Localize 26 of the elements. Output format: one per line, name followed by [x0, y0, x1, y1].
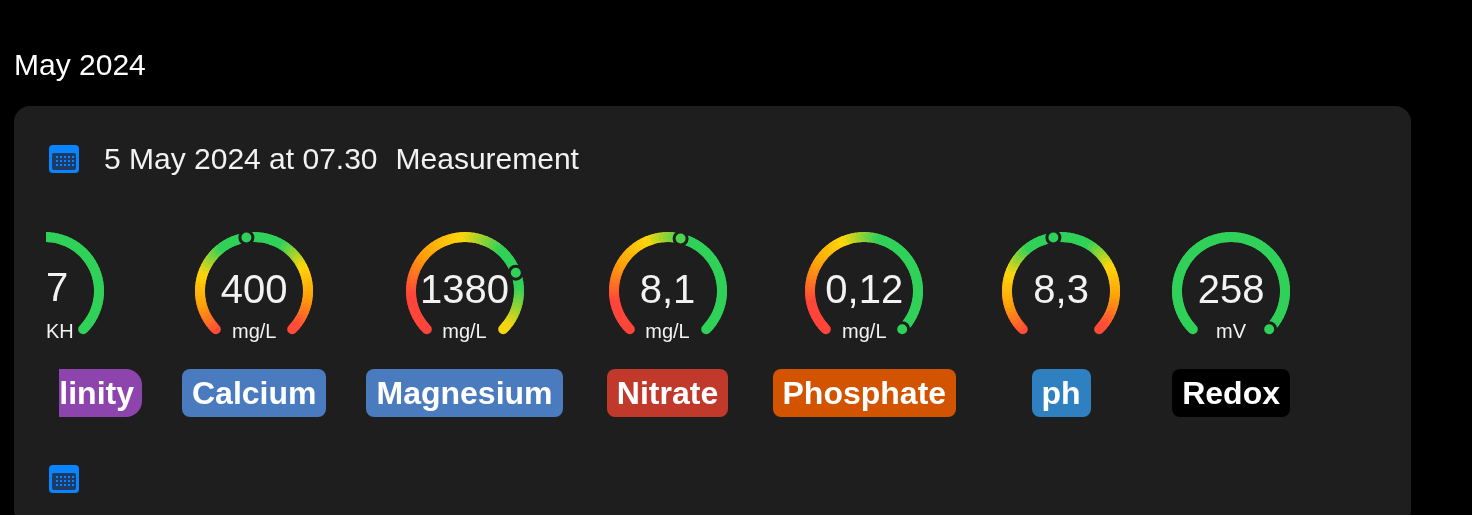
parameter-tag: Magnesium [366, 369, 563, 417]
measurement-type: Measurement [395, 141, 579, 177]
calendar-icon [48, 143, 80, 175]
gauge-value: 400 [220, 269, 288, 309]
calendar-icon [48, 463, 80, 495]
gauge-value: 8,1 [639, 269, 696, 309]
gauge-value: 0,12 [825, 269, 904, 309]
month-heading: May 2024 [14, 47, 147, 83]
gauge-unit: KH [46, 321, 74, 341]
parameter-tag: Calcium [182, 369, 327, 417]
gauge-unit: mg/L [645, 321, 690, 341]
indicator-dot [507, 264, 524, 281]
parameter-tag: Redox [1172, 369, 1290, 417]
gauge-unit: mg/L [442, 321, 487, 341]
parameter-tag: Phosphate [772, 369, 957, 417]
parameter-tag: linity [59, 369, 142, 417]
parameter-tag: Nitrate [606, 369, 729, 417]
gauge-value: 1380 [420, 269, 509, 309]
gauge-value: 8,3 [1033, 269, 1089, 309]
gauge-value: 258 [1197, 269, 1265, 309]
measurement-date: 5 May 2024 at 07.30 [104, 141, 378, 177]
gauge-unit: mV [1216, 321, 1247, 341]
gauge-value: 7 [46, 267, 69, 307]
gauge-unit: mg/L [232, 321, 277, 341]
parameter-tag: ph [1031, 369, 1091, 417]
gauge-unit: mg/L [842, 321, 887, 341]
